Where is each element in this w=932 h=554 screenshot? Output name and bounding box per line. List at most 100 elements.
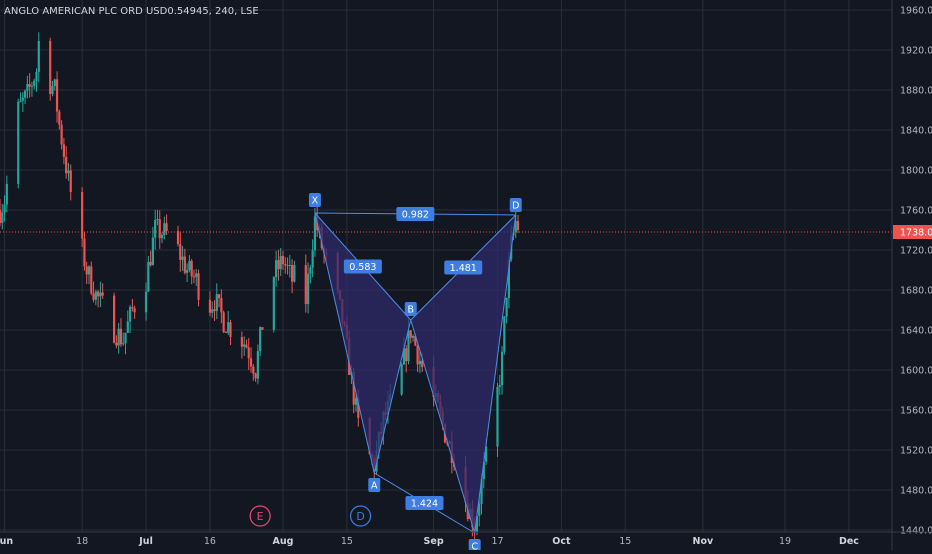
candle-body: [37, 41, 40, 72]
candle-body: [190, 260, 193, 277]
x-tick-label: Jul: [138, 536, 153, 547]
candle-body: [243, 344, 246, 347]
y-tick-label: 1680.0: [900, 286, 932, 297]
candle-body: [26, 83, 29, 91]
pattern-point-a[interactable]: A: [368, 478, 381, 492]
candle-body: [24, 90, 27, 98]
candle-body: [124, 332, 127, 344]
candle-body: [272, 277, 275, 330]
candlesticks: [0, 32, 520, 542]
candle-body: [275, 260, 278, 278]
harmonic-pattern[interactable]: 1738.0 0.583 1.424 1.481 0.982 X A B C D: [0, 193, 932, 553]
ratio-label-text: 1.424: [411, 499, 438, 510]
candle-body: [516, 221, 520, 231]
x-tick-label: Aug: [273, 536, 294, 547]
candle-body: [99, 292, 102, 297]
candle-body: [215, 294, 218, 312]
y-tick-label: 1520.0: [900, 446, 932, 457]
candle-body: [49, 41, 52, 94]
candle-body: [213, 309, 216, 312]
candle-body: [60, 124, 63, 145]
pattern-point-b[interactable]: B: [404, 302, 417, 316]
candle-body: [284, 263, 287, 266]
candle-body: [409, 330, 412, 338]
candle-body: [144, 291, 148, 313]
candle-body: [407, 330, 410, 361]
candle-body: [17, 101, 20, 184]
y-tick-label: 1600.0: [900, 366, 932, 377]
chart-canvas[interactable]: 1738.0 0.583 1.424 1.481 0.982 X A B C D 1960.0 19…: [0, 0, 932, 553]
candle-body: [249, 358, 253, 367]
candle-body: [311, 250, 314, 268]
y-tick-label: 1480.0: [900, 486, 932, 497]
candle-body: [33, 80, 36, 86]
pattern-triangle-xab[interactable]: [314, 213, 411, 473]
event-marker-d[interactable]: D: [349, 505, 372, 527]
candle-body: [53, 79, 56, 87]
candle-body: [128, 307, 132, 322]
x-tick-label: 15: [341, 536, 353, 547]
y-tick-label: 1840.0: [900, 126, 932, 137]
candle-body: [62, 144, 65, 157]
candle-body: [217, 294, 221, 299]
y-tick-label: 1440.0: [900, 526, 932, 537]
candle-body: [277, 260, 280, 270]
candle-body: [85, 266, 88, 275]
ratio-label-ac[interactable]: 1.424: [405, 496, 444, 510]
candle-body: [101, 292, 104, 296]
x-tick-label: Jun: [0, 536, 13, 547]
candle-body: [69, 170, 72, 193]
candle-body: [288, 265, 291, 267]
pattern-point-x[interactable]: X: [308, 193, 321, 207]
candle-body: [197, 273, 200, 300]
candle-body: [192, 276, 196, 278]
candle-body: [304, 265, 307, 305]
pattern-point-c[interactable]: C: [468, 539, 481, 553]
x-tick-label: Nov: [693, 536, 714, 547]
y-tick-label: 1640.0: [900, 326, 932, 337]
candle-body: [222, 312, 225, 333]
x-tick-label: 17: [491, 536, 503, 547]
x-tick-label: 16: [204, 536, 216, 547]
candle-body: [505, 297, 508, 317]
candle-body: [158, 219, 161, 239]
x-tick-label: Oct: [552, 536, 571, 547]
candle-body: [179, 244, 182, 260]
candle-body: [418, 360, 421, 365]
candle-body: [30, 85, 34, 87]
candle-body: [117, 328, 120, 346]
candle-body: [55, 79, 59, 112]
ratio-label-bd[interactable]: 1.481: [444, 260, 483, 275]
candle-body: [163, 223, 166, 236]
candle-body: [281, 255, 285, 264]
ratio-label-xb[interactable]: 0.583: [343, 259, 382, 274]
candle-body: [227, 322, 230, 333]
candle-body: [83, 238, 86, 267]
candle-body: [309, 267, 312, 274]
candle-body: [195, 273, 198, 277]
candle-body: [279, 255, 282, 270]
pattern-point-d[interactable]: D: [509, 198, 522, 212]
ratio-label-text: 0.583: [349, 262, 376, 273]
candle-body: [500, 351, 504, 386]
candle-body: [245, 344, 248, 348]
candle-body: [119, 328, 123, 345]
x-tick-label: 15: [619, 536, 631, 547]
candle-body: [252, 366, 255, 374]
ratio-label-xd[interactable]: 0.982: [396, 207, 435, 221]
candle-body: [87, 266, 91, 275]
pattern-point-label: C: [471, 542, 478, 551]
candle-body: [498, 385, 501, 387]
candle-body: [416, 345, 419, 365]
candle-body: [181, 256, 184, 260]
candle-body: [90, 266, 93, 294]
candle-body: [400, 364, 403, 395]
candle-body: [0, 210, 2, 223]
event-marker-e[interactable]: E: [249, 505, 271, 527]
candle-body: [149, 261, 152, 266]
symbol-title: ANGLO AMERICAN PLC ORD USD0.54945, 240, …: [4, 6, 259, 17]
y-tick-label: 1760.0: [900, 206, 932, 217]
candle-body: [97, 291, 100, 297]
chart-area[interactable]: 1738.0 0.583 1.424 1.481 0.982 X A B C D 1960.0 19…: [0, 0, 932, 553]
candle-body: [188, 260, 191, 271]
